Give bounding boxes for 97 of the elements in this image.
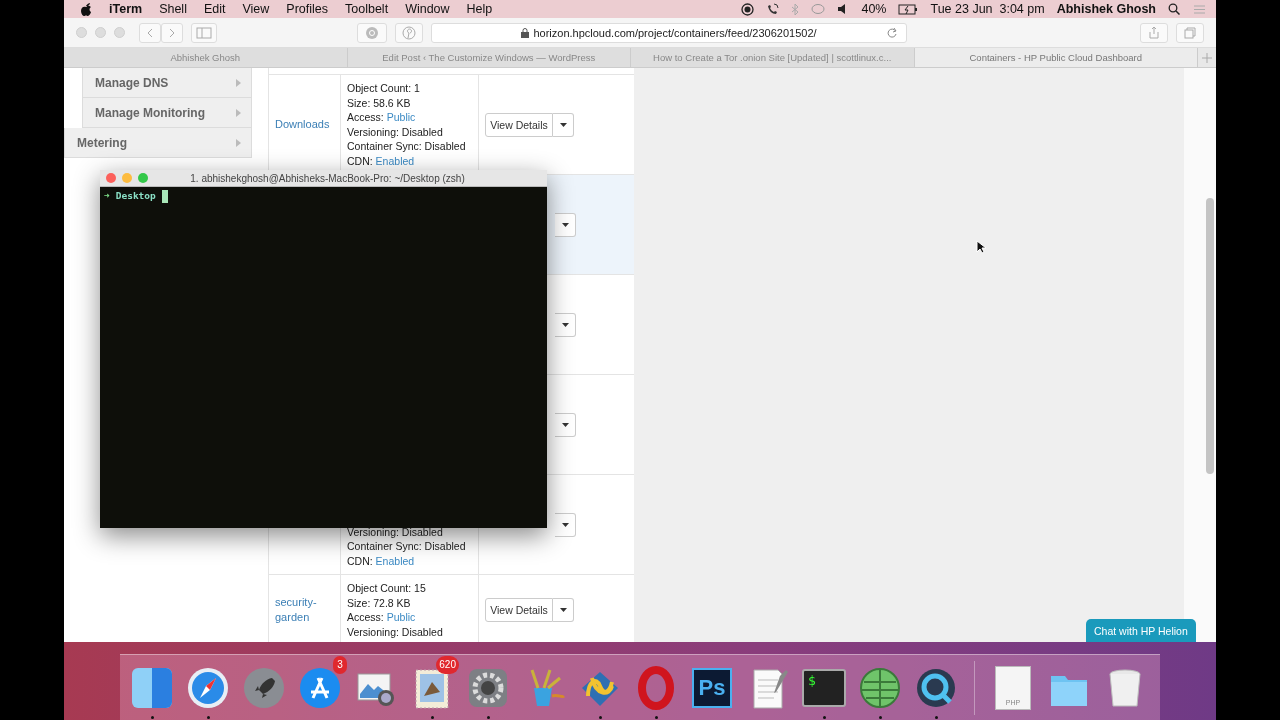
dropdown-button[interactable] <box>553 112 574 137</box>
chat-bubble-icon <box>811 2 826 16</box>
detail-text: Container Sync: Disabled <box>347 139 467 154</box>
chat-button[interactable]: Chat with HP Helion <box>1086 619 1196 642</box>
phone-icon <box>766 2 780 16</box>
pin-button[interactable] <box>395 22 423 43</box>
bluetooth-icon <box>791 2 800 16</box>
view-details-button[interactable]: View Details <box>485 112 553 137</box>
lock-icon <box>521 27 530 38</box>
sidebar-icon <box>196 26 212 39</box>
caret-down-icon <box>561 422 569 427</box>
menu-item[interactable]: Edit <box>203 2 226 16</box>
dropdown-button[interactable] <box>555 312 576 337</box>
record-icon <box>741 2 755 16</box>
menu-item[interactable]: Profiles <box>286 2 329 16</box>
zoom-button[interactable] <box>138 173 148 183</box>
url-text: horizon.hpcloud.com/project/containers/feed/2306201502/ <box>533 26 817 39</box>
search-icon <box>1168 3 1180 15</box>
list-icon <box>1192 3 1206 15</box>
triangle-right-icon <box>236 78 241 87</box>
app-menu[interactable]: iTerm <box>109 2 143 16</box>
dropdown-button[interactable] <box>555 212 576 237</box>
caret-down-icon <box>561 322 569 327</box>
menu-item[interactable]: Window <box>405 2 450 16</box>
detail-text: Versioning: Disabled <box>347 624 444 639</box>
back-button[interactable] <box>139 22 161 43</box>
sidebar-item[interactable]: Metering <box>64 128 252 158</box>
sidebar-item[interactable]: Manage DNS <box>82 68 252 98</box>
detail-text: Size: 58.6 KB <box>347 95 412 110</box>
browser-tab[interactable]: Containers - HP Public Cloud Dashboard <box>914 48 1198 67</box>
tabs-icon <box>1184 26 1196 39</box>
share-button[interactable] <box>1140 22 1168 43</box>
new-tab-button[interactable] <box>1198 48 1216 67</box>
detail-link[interactable]: Enabled <box>375 554 415 567</box>
plus-icon <box>1202 52 1212 63</box>
view-details-button[interactable]: View Details <box>485 598 553 622</box>
close-button[interactable] <box>76 27 87 38</box>
detail-text: Versioning: Disabled <box>347 524 444 539</box>
detail-label: CDN: <box>347 554 373 567</box>
sidebar-item[interactable]: Manage Monitoring <box>82 98 252 128</box>
triangle-right-icon <box>236 138 241 147</box>
globe-icon <box>858 665 902 710</box>
minimize-button[interactable] <box>122 173 132 183</box>
battery-icon <box>898 3 919 15</box>
reload-icon <box>886 26 898 39</box>
caret-down-icon <box>559 122 567 127</box>
menu-item[interactable]: Toolbelt <box>345 2 389 16</box>
menu-item[interactable]: View <box>242 2 270 16</box>
detail-link[interactable]: Enabled <box>375 154 415 167</box>
detail-text: Versioning: Disabled <box>347 124 444 139</box>
sidebar-button[interactable] <box>191 22 217 43</box>
menu-item[interactable]: Help <box>466 2 493 16</box>
user-name[interactable]: Abhishek Ghosh <box>1056 2 1156 16</box>
zoom-button[interactable] <box>114 27 125 38</box>
clock[interactable]: Tue 23 Jun 3:04 pm <box>930 2 1045 16</box>
ps-tile-icon: Ps <box>692 667 732 708</box>
at-sign-button[interactable] <box>357 22 387 43</box>
notification-badge: 620 <box>436 655 459 674</box>
rocket-icon <box>242 665 286 710</box>
detail-link[interactable]: Public <box>386 111 416 123</box>
container-link[interactable]: Downloads <box>275 117 330 132</box>
caret-down-icon <box>561 222 569 227</box>
dropdown-button[interactable] <box>553 598 574 622</box>
dropdown-button[interactable] <box>555 512 576 537</box>
detail-text: Object Count: 1 <box>347 81 421 96</box>
prompt-arrow: ➜ <box>104 190 110 201</box>
menu-item[interactable]: Shell <box>159 2 187 16</box>
prompt-directory: Desktop <box>115 190 156 201</box>
detail-label: CDN: <box>347 154 373 167</box>
minimize-button[interactable] <box>95 27 106 38</box>
caret-down-icon <box>559 608 567 612</box>
tabs-button[interactable] <box>1176 22 1204 43</box>
scrollbar-thumb[interactable] <box>1206 198 1214 474</box>
share-icon <box>1148 26 1160 39</box>
forward-button[interactable] <box>161 22 183 43</box>
detail-label: Access: <box>347 111 384 123</box>
terminal-title: 1. abhishekghosh@Abhisheks-MacBook-Pro: ~/Desktop (zsh) <box>189 172 466 184</box>
battery-percent: 40% <box>861 2 887 16</box>
container-link[interactable]: security-garden <box>275 595 334 625</box>
split-tile-icon <box>130 665 174 710</box>
detail-text: Size: 72.8 KB <box>347 595 412 610</box>
triangle-right-icon <box>236 108 241 117</box>
address-bar[interactable]: horizon.hpcloud.com/project/containers/feed/2306201502/ <box>431 22 907 43</box>
detail-label: Access: <box>347 611 384 623</box>
detail-text: Object Count: 15 <box>347 581 427 596</box>
mouse-pointer-icon <box>976 240 986 254</box>
compass-icon <box>186 665 230 710</box>
apple-icon <box>80 2 92 16</box>
text-cursor <box>161 190 168 203</box>
close-button[interactable] <box>106 173 116 183</box>
dropdown-button[interactable] <box>555 412 576 437</box>
notification-badge: 3 <box>333 655 347 674</box>
detail-link[interactable]: Public <box>386 611 416 623</box>
terminal-icon: $ <box>802 668 846 707</box>
pin-circle-icon <box>402 25 416 40</box>
detail-text: Container Sync: Disabled <box>347 539 467 554</box>
caret-down-icon <box>561 522 569 527</box>
